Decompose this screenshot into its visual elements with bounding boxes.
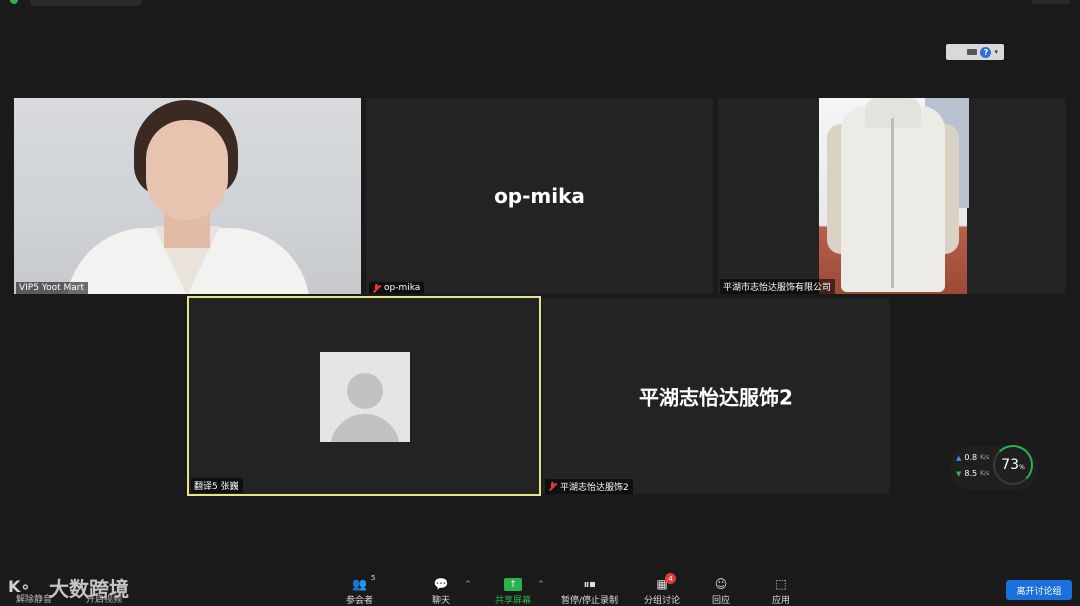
view-toggle-pill[interactable] <box>1032 0 1070 4</box>
security-shield-icon[interactable] <box>10 0 18 4</box>
record-button[interactable]: ⏸⏹ 暂停/停止录制 <box>561 577 618 606</box>
avatar <box>320 352 410 442</box>
chat-chevron-icon[interactable]: ^ <box>465 580 471 588</box>
participant-display-name: 平湖志怡达服饰2 <box>639 385 793 410</box>
breakout-grid-icon: ▦ 4 <box>654 573 676 591</box>
cpu-gauge: 73% <box>993 445 1033 485</box>
participants-button[interactable]: 👥 5 参会者 <box>346 574 376 606</box>
floating-controls[interactable]: ? ▾ <box>946 44 1004 60</box>
video-tile-2[interactable]: op-mika op-mika <box>366 98 713 294</box>
upload-arrow-icon: ▲ <box>956 453 962 462</box>
reaction-emoji-icon: ☺ <box>714 577 728 591</box>
meeting-info-pill[interactable] <box>30 0 142 6</box>
start-video-button[interactable]: 开启视频 <box>86 592 122 605</box>
share-chevron-icon[interactable]: ^ <box>538 580 544 588</box>
mic-muted-icon <box>548 482 557 491</box>
participant-name-label: op-mika <box>369 282 425 294</box>
participant-name-label: 平湖市志怡达服饰有限公司 <box>720 279 836 294</box>
share-screen-icon: ↑ <box>504 578 522 591</box>
user-placeholder-icon <box>347 373 383 409</box>
pause-stop-icon: ⏸⏹ <box>583 576 596 591</box>
download-arrow-icon: ▼ <box>956 469 962 478</box>
leave-breakout-button[interactable]: 离开讨论组 <box>1006 580 1072 600</box>
meeting-toolbar: K∘ 大数跨境 解除静音 开启视频 👥 5 参会者 💬 聊天 ^ ↑ 共享屏幕 ^… <box>0 572 1080 606</box>
chevron-down-icon[interactable]: ▾ <box>994 48 998 56</box>
chat-button[interactable]: 💬 聊天 <box>432 577 450 606</box>
keyboard-icon[interactable] <box>967 49 978 55</box>
video-feed <box>819 98 969 294</box>
upload-speed: 0.8 <box>964 453 978 462</box>
video-tile-3[interactable]: 平湖市志怡达服饰有限公司 <box>718 98 1066 294</box>
participant-display-name: op-mika <box>494 184 585 208</box>
apps-button[interactable]: ⬚ 应用 <box>772 577 790 606</box>
participant-name-label: 翻译5 张巍 <box>191 478 243 493</box>
download-speed: 8.5 <box>964 469 978 478</box>
top-bar <box>0 0 1080 8</box>
video-tile-4-active-speaker[interactable]: 翻译5 张巍 <box>187 296 541 496</box>
participant-name-label: VIP5 Yoot Mart <box>16 282 89 294</box>
mic-muted-icon <box>372 283 381 293</box>
participants-icon: 👥 5 <box>352 574 376 591</box>
help-icon[interactable]: ? <box>980 46 992 58</box>
unmute-button[interactable]: 解除静音 <box>16 592 52 605</box>
chat-bubble-icon: 💬 <box>433 577 449 591</box>
video-tile-1[interactable]: VIP5 Yoot Mart <box>14 98 361 294</box>
breakout-rooms-button[interactable]: ▦ 4 分组讨论 <box>644 573 680 606</box>
apps-icon: ⬚ <box>775 577 787 591</box>
participant-name-label: 平湖志怡达服饰2 <box>545 479 633 494</box>
share-screen-button[interactable]: ↑ 共享屏幕 <box>495 578 531 606</box>
video-tile-5[interactable]: 平湖志怡达服饰2 平湖志怡达服饰2 <box>542 298 890 494</box>
reactions-button[interactable]: ☺ 回应 <box>712 577 730 606</box>
